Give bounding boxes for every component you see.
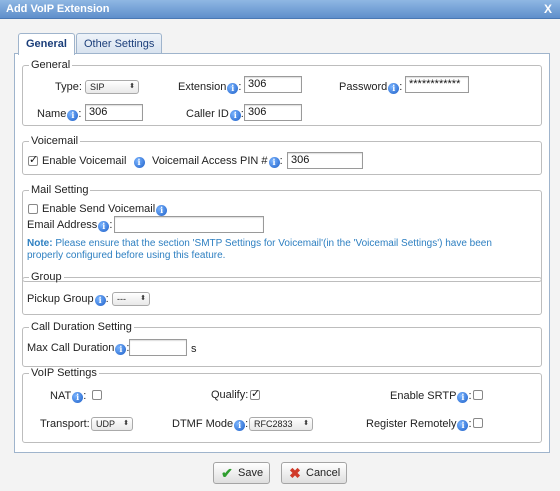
callerid-label: Caller ID i: [186,108,244,121]
extension-input[interactable]: 306 [244,76,302,93]
pickup-group-label-text: Pickup Group [27,293,94,305]
send-voicemail-checkbox[interactable] [28,204,38,214]
note-prefix: Note: [27,238,53,249]
name-label: Name i: [37,108,82,121]
email-label-text: Email Address [27,219,98,231]
type-select-value: SIP [90,82,105,92]
transport-label: Transport: [40,418,90,430]
mail-section: Mail Setting [22,184,542,282]
close-icon[interactable]: X [544,2,552,16]
pickup-group-select[interactable]: --- ⬍ [112,292,150,306]
register-remotely-label-text: Register Remotely [366,418,457,430]
info-icon[interactable]: i [234,420,246,431]
info-icon[interactable]: i [457,420,469,431]
checkmark-icon: ✔ [221,465,233,481]
srtp-checkbox[interactable] [473,390,483,400]
extension-label-text: Extension [178,81,227,93]
info-icon[interactable]: i [115,344,127,355]
callerid-label-text: Caller ID [186,108,229,120]
srtp-label: Enable SRTP i: [390,390,472,403]
duration-legend: Call Duration Setting [31,321,132,333]
extension-label: Extension i: [178,81,242,94]
email-input[interactable] [114,216,264,233]
info-icon[interactable]: i [227,83,239,94]
group-legend: Group [31,271,62,283]
voip-section: VoIP Settings [22,367,542,443]
dialog-body: General Other Settings General Type: SIP… [0,19,560,491]
pickup-group-value: --- [117,294,126,304]
voicemail-pin-input[interactable]: 306 [287,152,363,169]
dtmf-label: DTMF Mode i: [172,418,249,431]
name-label-text: Name [37,108,67,120]
nat-checkbox[interactable] [92,390,102,400]
cancel-button[interactable]: ✖ Cancel [281,462,347,484]
qualify-checkbox[interactable] [250,387,260,400]
dtmf-value: RFC2833 [254,419,293,429]
info-icon[interactable]: i [457,392,469,403]
info-icon[interactable]: i [94,295,106,306]
send-voicemail-label-text: Enable Send Voicemail [42,203,156,215]
info-icon[interactable]: i [67,110,79,121]
duration-unit: s [191,343,197,355]
save-button[interactable]: ✔ Save [213,462,270,484]
general-legend: General [31,59,71,71]
name-input[interactable]: 306 [85,104,143,121]
send-voicemail-label: Enable Send Voicemail i [42,203,168,216]
select-arrows-icon: ⬍ [140,295,146,302]
register-remotely-checkbox[interactable] [473,418,483,428]
type-select[interactable]: SIP ⬍ [85,80,139,94]
enable-voicemail-checkbox[interactable] [28,153,38,166]
max-duration-label-text: Max Call Duration [27,342,115,354]
tab-general[interactable]: General [18,33,75,55]
password-label: Password i: [339,81,403,94]
max-duration-label: Max Call Duration i: [27,342,130,355]
transport-select[interactable]: UDP ⬍ [91,417,133,431]
select-arrows-icon: ⬍ [123,420,129,427]
info-icon[interactable]: i [156,205,168,216]
dtmf-select[interactable]: RFC2833 ⬍ [249,417,313,431]
save-button-label: Save [238,467,264,479]
select-arrows-icon: ⬍ [129,83,135,90]
nat-label: NAT i: [50,390,87,403]
mail-legend: Mail Setting [31,184,89,196]
password-input[interactable]: ************ [405,76,469,93]
nat-label-text: NAT [50,390,72,402]
info-icon[interactable]: i [98,221,110,232]
select-arrows-icon: ⬍ [303,420,309,427]
email-label: Email Address i: [27,219,113,232]
voicemail-pin-label-text: Voicemail Access PIN # [152,155,268,167]
max-duration-input[interactable] [129,339,187,356]
info-icon[interactable]: i [388,83,400,94]
info-icon[interactable]: i [268,157,280,168]
voicemail-pin-label: Voicemail Access PIN # i: [152,155,283,168]
enable-voicemail-label-text: Enable Voicemail [42,155,127,167]
info-icon[interactable]: i [72,392,84,403]
enable-voicemail-label: Enable Voicemail i [42,155,145,168]
info-icon[interactable]: i [133,157,145,168]
window-title: Add VoIP Extension [6,3,110,15]
info-icon[interactable]: i [229,110,241,121]
transport-value: UDP [96,419,116,429]
note-text: Please ensure that the section 'SMTP Set… [27,238,492,261]
register-remotely-label: Register Remotely i: [366,418,472,431]
dtmf-label-text: DTMF Mode [172,418,234,430]
type-label: Type: [55,81,82,93]
cancel-button-label: Cancel [306,467,341,479]
tab-other-settings[interactable]: Other Settings [76,33,163,54]
pickup-group-label: Pickup Group i: [27,293,109,306]
cancel-x-icon: ✖ [289,465,301,481]
password-label-text: Password [339,81,388,93]
mail-note: Note: Please ensure that the section 'SM… [27,238,497,262]
title-bar: Add VoIP Extension X [0,0,560,19]
qualify-label: Qualify: [211,389,249,401]
srtp-label-text: Enable SRTP [390,390,457,402]
voicemail-legend: Voicemail [31,135,79,147]
callerid-input[interactable]: 306 [244,104,302,121]
voip-legend: VoIP Settings [31,367,97,379]
